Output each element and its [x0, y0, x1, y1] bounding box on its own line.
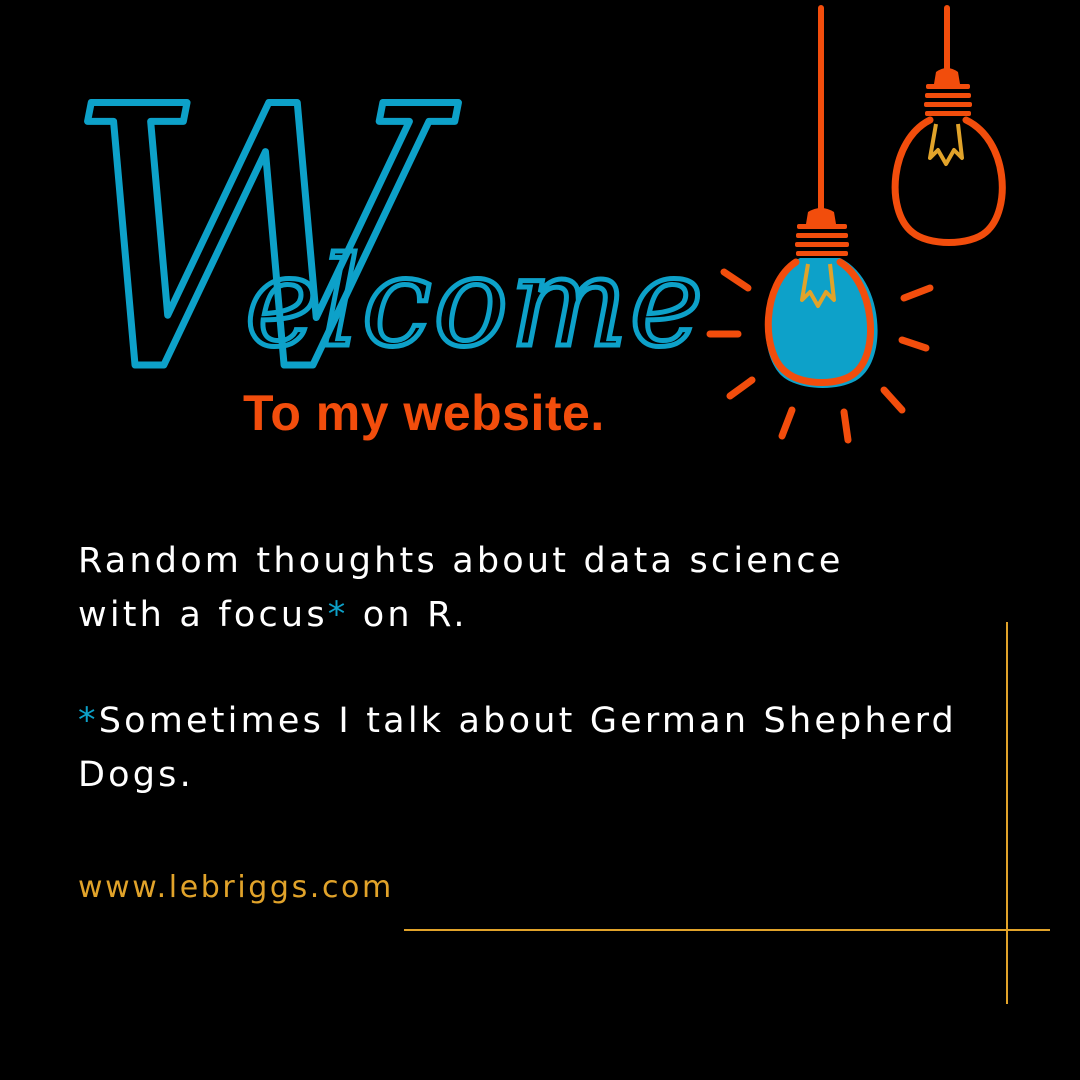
- footnote-asterisk: *: [78, 701, 99, 741]
- focus-text: with a focus: [78, 595, 328, 635]
- website-url[interactable]: www.lebriggs.com: [78, 870, 394, 905]
- focus-suffix: on R.: [348, 595, 468, 635]
- welcome-script: W elcome: [61, 28, 706, 454]
- light-bulbs: [706, 5, 1006, 444]
- footnote-text: Sometimes I talk about German Shepherd D…: [78, 701, 957, 795]
- light-bulb-glowing-icon: [706, 5, 934, 444]
- focus-asterisk: *: [327, 595, 349, 635]
- light-bulb-icon: [891, 5, 1006, 246]
- subtitle: To my website.: [243, 385, 605, 441]
- welcome-rest: elcome: [245, 231, 705, 375]
- description-line-1: Random thoughts about data science: [78, 541, 844, 581]
- welcome-title: W elcome: [61, 28, 706, 454]
- description-line-2: with a focus* on R.: [78, 588, 998, 642]
- gold-divider-vertical: [1006, 622, 1008, 1004]
- gold-divider-horizontal: [404, 929, 1050, 931]
- description: Random thoughts about data science with …: [78, 534, 998, 642]
- footnote: *Sometimes I talk about German Shepherd …: [78, 694, 1018, 802]
- welcome-graphic: W elcome To my website. Random thoughts …: [0, 0, 1080, 1080]
